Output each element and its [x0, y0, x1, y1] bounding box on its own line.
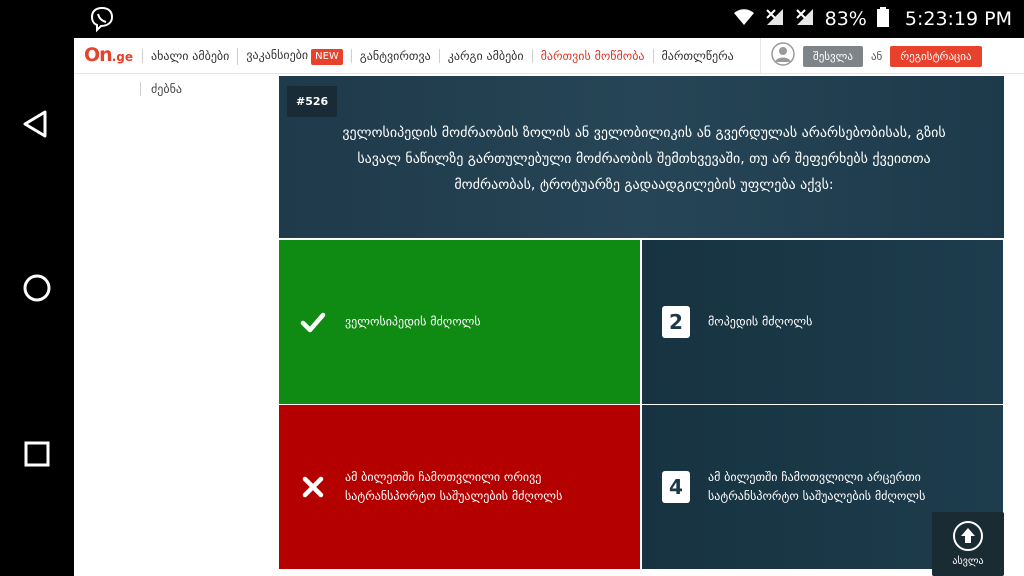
- login-button[interactable]: შესვლა: [803, 45, 863, 67]
- answer-number-2: 2: [662, 306, 690, 338]
- avatar-icon[interactable]: [771, 42, 795, 70]
- user-area: შესვლა ან რეგისტრაცია: [760, 38, 1024, 74]
- question-panel: #526 ველოსიპედის მოძრაობის ზოლის ან ველო…: [279, 76, 1004, 238]
- answer-text-4: ამ ბილეთში ჩამოთვლილი არცერთი სატრანსპორ…: [708, 470, 926, 503]
- answer-option-3[interactable]: ამ ბილეთში ჩამოთვლილი ორივე სატრანსპორტო…: [279, 405, 640, 569]
- quiz-card: #526 ველოსიპედის მოძრაობის ზოლის ან ველო…: [279, 76, 1004, 570]
- check-icon: [299, 308, 327, 336]
- signal-icon-2: [795, 8, 815, 31]
- menu-item-relax[interactable]: განტვირთვა: [350, 49, 439, 63]
- answer-text-3: ამ ბილეთში ჩამოთვლილი ორივე სატრანსპორტო…: [345, 470, 563, 503]
- register-button[interactable]: რეგისტრაცია: [890, 45, 982, 67]
- search-link[interactable]: ძებნა: [140, 82, 182, 96]
- recents-icon[interactable]: [17, 434, 57, 474]
- menu-item-vacancies-label: ვაკანსიები: [246, 47, 309, 62]
- battery-icon: [876, 6, 889, 32]
- signal-icon-1: [765, 8, 785, 31]
- question-line-3: მოძრაობას, ტროტუარზე გადაადგილების უფლებ…: [454, 177, 834, 193]
- answer-text-2: მოპედის მძღოლს: [708, 314, 813, 329]
- question-number: #526: [287, 86, 338, 117]
- home-icon[interactable]: [17, 268, 57, 308]
- status-bar: 83% 5:23:19 PM: [74, 0, 1024, 38]
- logo-suffix: .ge: [111, 50, 133, 64]
- menu-item-news[interactable]: ახალი ამბები: [142, 49, 237, 63]
- answer-option-1[interactable]: ველოსიპედის მძღოლს: [279, 240, 640, 404]
- or-text: ან: [870, 49, 883, 63]
- main-menu: ახალი ამბები ვაკანსიები NEW განტვირთვა კა…: [142, 38, 742, 74]
- viber-icon: [88, 5, 116, 37]
- cross-icon: [299, 473, 327, 501]
- question-line-2: სავალ ნაწილზე გართულებული მოძრაობის შემთ…: [357, 151, 931, 167]
- answer-option-2[interactable]: 2 მოპედის მძღოლს: [642, 240, 1003, 404]
- scroll-top-button[interactable]: ასვლა: [932, 512, 1004, 576]
- device-screen: 83% 5:23:19 PM On.ge ახალი ამბები ვაკანს…: [0, 0, 1024, 576]
- site-logo[interactable]: On.ge: [84, 44, 133, 66]
- new-badge: NEW: [311, 48, 343, 65]
- browser-content: On.ge ახალი ამბები ვაკანსიები NEW განტვირ…: [74, 38, 1024, 576]
- arrow-up-icon: [953, 521, 983, 551]
- scroll-top-label: ასვლა: [952, 556, 984, 567]
- wifi-icon: [733, 8, 755, 31]
- android-nav-bar: [0, 0, 74, 576]
- menu-item-driving-license[interactable]: მართვის მოწმობა: [531, 49, 653, 63]
- back-icon[interactable]: [17, 104, 57, 144]
- battery-percent: 83%: [824, 8, 867, 30]
- clock: 5:23:19 PM: [904, 8, 1012, 30]
- question-line-1: ველოსიპედის მოძრაობის ზოლის ან ველობილიკ…: [342, 125, 946, 141]
- answer-number-4: 4: [662, 471, 690, 503]
- menu-item-good-news[interactable]: კარგი ამბები: [438, 49, 532, 63]
- question-text: ველოსიპედის მოძრაობის ზოლის ან ველობილიკ…: [319, 120, 969, 198]
- logo-main: On: [84, 44, 113, 66]
- menu-item-spelling[interactable]: მართლწერა: [652, 49, 742, 63]
- site-header: On.ge ახალი ამბები ვაკანსიები NEW განტვირ…: [74, 38, 1024, 74]
- answer-text-1: ველოსიპედის მძღოლს: [345, 314, 481, 329]
- menu-item-vacancies[interactable]: ვაკანსიები NEW: [237, 47, 350, 65]
